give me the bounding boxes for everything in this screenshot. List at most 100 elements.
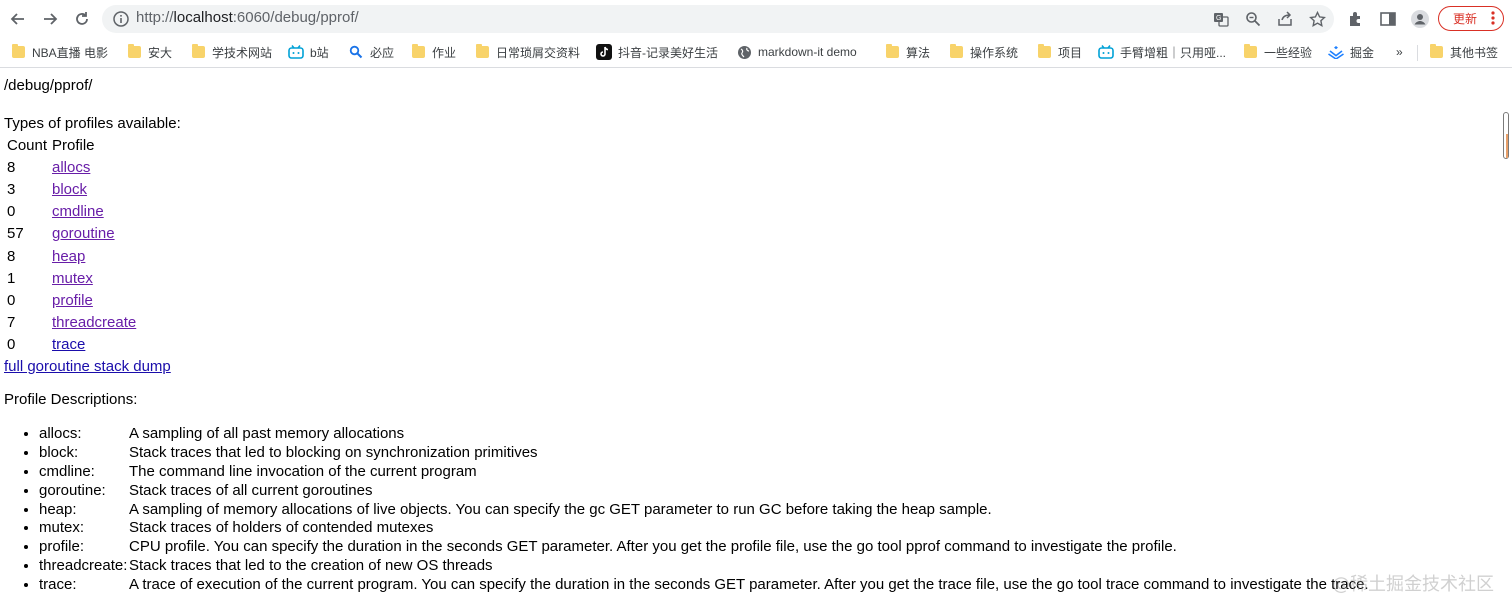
profile-count: 1: [7, 269, 16, 287]
bookmark-label: markdown-it demo: [758, 45, 857, 59]
bookmarks-overflow-button[interactable]: »: [1396, 42, 1403, 62]
bookmark-label: b站: [310, 45, 329, 60]
desc-text: A trace of execution of the current prog…: [129, 576, 1369, 594]
side-panel-icon[interactable]: [1378, 9, 1398, 29]
globe-icon: [736, 44, 752, 60]
descriptions-title: Profile Descriptions:: [4, 391, 138, 408]
folder-icon: [884, 44, 900, 60]
profile-count: 0: [7, 291, 16, 309]
bookmark-item[interactable]: 一些经验: [1242, 42, 1312, 62]
zoom-icon[interactable]: [1244, 10, 1262, 28]
table-row: 0 trace: [6, 334, 136, 356]
bookmark-item-other[interactable]: 其他书签: [1428, 42, 1498, 62]
arrow-right-icon: [44, 13, 58, 25]
table-row: 7 threadcreate: [6, 312, 136, 334]
header-profile: Profile: [52, 136, 95, 154]
url-host: localhost: [173, 9, 233, 26]
bookmark-label: 其他书签: [1450, 45, 1499, 60]
update-button[interactable]: 更新: [1438, 6, 1504, 31]
search-icon: [348, 44, 364, 60]
list-item: cmdline: The command line invocation of t…: [39, 463, 1369, 482]
list-item: profile: CPU profile. You can specify the…: [39, 538, 1369, 557]
juejin-icon: [1328, 44, 1344, 60]
folder-icon: [190, 44, 206, 60]
folder-icon: [410, 44, 426, 60]
list-item: mutex: Stack traces of holders of contend…: [39, 519, 1369, 538]
bookmark-item[interactable]: 安大: [126, 42, 172, 62]
bookmark-item[interactable]: 日常琐屑交资料: [474, 42, 580, 62]
profiles-table: Count Profile 8 allocs 3 block 0 cmdline 57…: [4, 134, 138, 356]
bookmark-item[interactable]: b站: [288, 42, 329, 62]
back-button[interactable]: [6, 7, 30, 31]
bilibili-icon: [288, 44, 304, 60]
page-path: /debug/pprof/: [4, 77, 93, 94]
update-label: 更新: [1453, 12, 1478, 26]
bookmark-item[interactable]: 掘金: [1328, 42, 1374, 62]
menu-dots-icon: [1491, 11, 1495, 28]
desc-text: A sampling of memory allocations of live…: [129, 500, 992, 518]
profile-count: 57: [7, 225, 24, 243]
url-text[interactable]: http://localhost:6060/debug/pprof/: [136, 9, 359, 26]
table-row: 0 cmdline: [6, 201, 136, 223]
desc-name: heap:: [39, 500, 77, 518]
url-path: :6060/debug/pprof/: [232, 9, 359, 26]
bookmark-label: 日常琐屑交资料: [496, 45, 581, 60]
bookmark-item[interactable]: 手臂增粗｜只用哑...: [1098, 42, 1226, 62]
info-icon[interactable]: [112, 10, 130, 28]
bookmark-item[interactable]: 学技术网站: [190, 42, 272, 62]
bookmark-item[interactable]: 项目: [1036, 42, 1082, 62]
bookmarks-bar: NBA直播 电影 安大 学技术网站 b站 必应 作业 日常琐屑交资料 抖音-记录…: [0, 38, 1512, 68]
profile-link[interactable]: heap: [52, 248, 85, 265]
header-count: Count: [7, 136, 48, 154]
translate-icon[interactable]: G: [1212, 10, 1230, 28]
profile-link[interactable]: goroutine: [52, 225, 115, 242]
profile-count: 3: [7, 180, 16, 198]
bookmark-item[interactable]: 必应: [348, 42, 394, 62]
bookmark-item[interactable]: 抖音-记录美好生活: [596, 42, 718, 62]
bookmark-label: 学技术网站: [212, 45, 273, 60]
reload-button[interactable]: [70, 7, 94, 31]
folder-icon: [474, 44, 490, 60]
forward-button[interactable]: [38, 7, 62, 31]
types-title: Types of profiles available:: [4, 115, 181, 132]
desc-name: trace:: [39, 576, 77, 594]
folder-icon: [1036, 44, 1052, 60]
desc-name: profile:: [39, 538, 85, 556]
profile-link[interactable]: block: [52, 181, 87, 198]
share-icon[interactable]: [1276, 10, 1294, 28]
desc-name: cmdline:: [39, 462, 95, 480]
bookmark-item[interactable]: 算法: [884, 42, 930, 62]
list-item: threadcreate:Stack traces that led to th…: [39, 557, 1369, 576]
overflow-icon: »: [1396, 45, 1403, 59]
bookmark-star-icon[interactable]: [1308, 10, 1326, 28]
browser-toolbar: http://localhost:6060/debug/pprof/ G 更新: [0, 0, 1512, 38]
profile-avatar-icon[interactable]: [1410, 9, 1430, 29]
profile-link[interactable]: mutex: [52, 270, 93, 287]
profile-link[interactable]: cmdline: [52, 203, 104, 220]
bookmark-label: 一些经验: [1264, 45, 1313, 60]
address-bar[interactable]: http://localhost:6060/debug/pprof/ G: [102, 5, 1334, 33]
bookmark-label: NBA直播 电影: [32, 45, 109, 60]
bookmark-label: 安大: [148, 45, 173, 60]
profile-link[interactable]: profile: [52, 292, 93, 309]
desc-name: goroutine:: [39, 481, 106, 499]
desc-text: The command line invocation of the curre…: [129, 462, 477, 480]
table-row: 3 block: [6, 178, 136, 200]
bookmark-item[interactable]: NBA直播 电影: [10, 42, 108, 62]
full-goroutine-dump-link[interactable]: full goroutine stack dump: [4, 358, 171, 375]
list-item: goroutine: Stack traces of all current go…: [39, 482, 1369, 501]
bookmark-item[interactable]: 作业: [410, 42, 456, 62]
list-item: heap: A sampling of memory allocations of…: [39, 501, 1369, 520]
profile-link[interactable]: allocs: [52, 159, 90, 176]
profile-count: 7: [7, 314, 16, 332]
bookmark-item[interactable]: 操作系统: [948, 42, 1018, 62]
profile-link[interactable]: threadcreate: [52, 314, 136, 331]
vertical-scrollbar[interactable]: [1500, 108, 1512, 609]
bookmark-label: 手臂增粗｜只用哑...: [1120, 45, 1227, 60]
profile-link[interactable]: trace: [52, 336, 85, 353]
desc-text: A sampling of all past memory allocation…: [129, 425, 405, 442]
bookmark-item[interactable]: markdown-it demo: [736, 42, 857, 62]
extensions-icon[interactable]: [1346, 9, 1366, 29]
desc-text: Stack traces of all current goroutines: [129, 481, 373, 499]
table-row: 57 goroutine: [6, 223, 136, 245]
